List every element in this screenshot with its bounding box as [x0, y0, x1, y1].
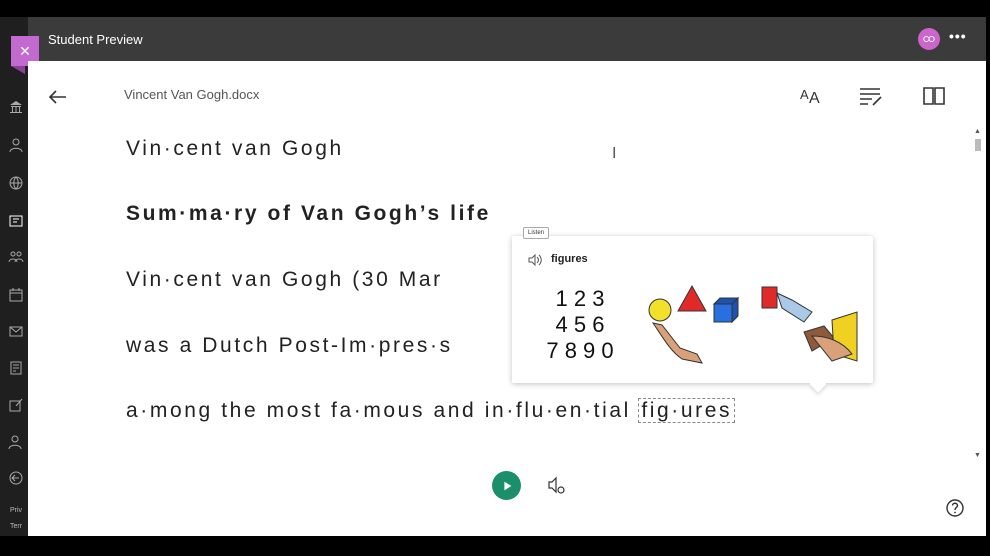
terms-link[interactable]: Terr	[10, 523, 22, 530]
numbers-row-3: 7 8 9 0	[546, 338, 614, 363]
document-line-4[interactable]: was a Dutch Post-Im·pres·s	[126, 334, 453, 358]
popup-word: figures	[551, 253, 588, 265]
reading-preferences-icon	[923, 87, 945, 105]
reading-preferences-button[interactable]	[921, 84, 947, 108]
avatar[interactable]	[918, 28, 940, 50]
scroll-up-arrow[interactable]: ▲	[974, 128, 981, 135]
text-cursor-icon: I	[612, 145, 617, 162]
profile-icon[interactable]	[8, 137, 24, 153]
play-button[interactable]	[492, 471, 521, 500]
text-preferences-icon: AA	[800, 87, 820, 107]
back-button[interactable]	[46, 85, 70, 109]
line-5-text[interactable]: a·mong the most fa·mous and in·flu·en·ti…	[126, 399, 639, 422]
scroll-down-arrow[interactable]: ▼	[974, 452, 981, 459]
help-icon	[946, 499, 964, 517]
account-icon[interactable]	[8, 434, 24, 450]
listen-tooltip: Listen	[523, 227, 550, 239]
grammar-options-button[interactable]	[858, 84, 884, 108]
preview-topbar	[28, 17, 986, 61]
document-line-2[interactable]: Sum·ma·ry of Van Gogh’s life	[126, 202, 491, 226]
sign-out-icon[interactable]	[8, 470, 24, 486]
close-icon: ✕	[19, 42, 31, 59]
svg-text:A: A	[809, 90, 820, 107]
document-title: Vincent Van Gogh.docx	[124, 87, 260, 102]
speaker-icon[interactable]	[528, 253, 542, 267]
calendar-icon[interactable]	[8, 287, 24, 303]
voice-settings-button[interactable]	[546, 476, 566, 496]
listen-speaker-icon	[528, 253, 542, 267]
institution-icon[interactable]	[8, 99, 24, 115]
numbers-illustration: 1 2 3 4 5 6 7 8 9 0	[540, 286, 620, 364]
student-preview-avatar-icon	[923, 35, 935, 43]
numbers-row-2: 4 5 6	[555, 312, 605, 337]
document-line-3[interactable]: Vin·cent van Gogh (30 Mar	[126, 268, 443, 292]
grades-icon[interactable]	[8, 360, 24, 376]
courses-icon[interactable]	[8, 213, 24, 229]
more-options-button[interactable]: •••	[949, 28, 967, 44]
selected-word[interactable]: fig·ures	[638, 398, 736, 423]
text-preferences-button[interactable]: AA	[798, 84, 824, 108]
student-preview-label: Student Preview	[48, 32, 143, 47]
tools-icon[interactable]	[8, 397, 24, 413]
grammar-options-icon	[860, 88, 882, 106]
document-line-1[interactable]: Vin·cent van Gogh	[126, 137, 344, 161]
document-line-5[interactable]: a·mong the most fa·mous and in·flu·en·ti…	[126, 398, 736, 423]
privacy-link[interactable]: Priv	[10, 507, 22, 514]
messages-icon[interactable]	[8, 323, 24, 339]
help-button[interactable]	[945, 498, 965, 518]
numbers-row-1: 1 2 3	[555, 286, 605, 311]
course-sidebar: Priv Terr	[0, 17, 28, 536]
svg-text:A: A	[800, 87, 809, 102]
scrollbar-thumb[interactable]	[975, 139, 981, 151]
globe-icon[interactable]	[8, 175, 24, 191]
arrow-left-icon	[48, 90, 66, 104]
play-icon	[503, 481, 511, 490]
voice-settings-icon	[548, 476, 565, 494]
organizations-icon[interactable]	[8, 249, 24, 265]
